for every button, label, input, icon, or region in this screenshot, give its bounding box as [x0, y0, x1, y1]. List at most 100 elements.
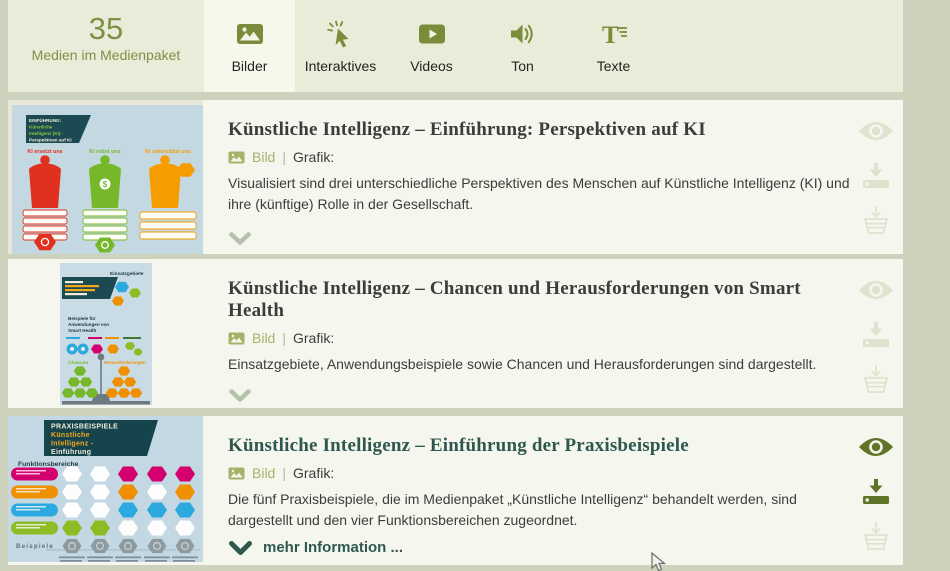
svg-text:$: $ [103, 180, 108, 189]
card-meta: Bild | Grafik: [228, 149, 856, 165]
media-package-page: 35 Medien im Medienpaket Bilder [0, 0, 950, 571]
download-icon [863, 322, 889, 348]
svg-text:KI rettet uns: KI rettet uns [89, 149, 120, 155]
format-label: Grafik: [293, 149, 334, 165]
svg-text:Intelligenz (KI) -: Intelligenz (KI) - [29, 131, 64, 136]
preview-eye-button[interactable] [857, 120, 895, 142]
media-count-label: Medien im Medienpaket [8, 47, 204, 63]
add-to-basket-button[interactable] [857, 205, 895, 235]
media-type-label: Bild [252, 465, 275, 481]
card-title: Künstliche Intelligenz – Einführung: Per… [228, 119, 856, 141]
download-button[interactable] [857, 322, 895, 348]
preview-eye-button[interactable] [857, 279, 895, 301]
card-meta: Bild | Grafik: [228, 330, 856, 346]
svg-text:Künstliche: Künstliche [29, 125, 53, 130]
svg-text:Beispiele: Beispiele [16, 543, 54, 550]
chevron-down-icon [229, 389, 251, 402]
svg-text:Anwendungen von: Anwendungen von [68, 322, 109, 327]
tab-label: Bilder [232, 58, 268, 74]
speaker-icon [509, 20, 537, 48]
svg-text:Künstliche: Künstliche [51, 432, 90, 439]
text-icon: T [600, 20, 628, 48]
card-content: Künstliche Intelligenz – Einführung: Per… [228, 119, 856, 215]
svg-text:KI unterstützt uns: KI unterstützt uns [145, 149, 191, 155]
infographic-thumbnail-perspektiven: EINFÜHRUNG: Künstliche Intelligenz (KI) … [8, 100, 203, 254]
video-play-icon [418, 20, 446, 48]
mouse-cursor [651, 552, 667, 571]
download-button[interactable] [857, 479, 895, 505]
card-title: Künstliche Intelligenz – Chancen und Her… [228, 278, 856, 322]
download-button[interactable] [857, 163, 895, 189]
image-icon [236, 20, 264, 48]
tab-texte[interactable]: T Texte [568, 0, 659, 92]
tab-label: Videos [410, 58, 453, 74]
chevron-down-icon [229, 232, 251, 245]
chevron-down-icon [229, 541, 252, 555]
tab-bilder[interactable]: Bilder [204, 0, 295, 92]
media-card[interactable]: Einsatzgebiete Beispiele für Anwendungen… [8, 259, 903, 408]
eye-icon [858, 436, 894, 458]
card-meta: Bild | Grafik: [228, 465, 856, 481]
preview-eye-button[interactable] [857, 436, 895, 458]
meta-separator: | [282, 149, 286, 165]
media-card[interactable]: EINFÜHRUNG: Künstliche Intelligenz (KI) … [8, 100, 903, 254]
eye-icon [858, 120, 894, 142]
interactive-cursor-icon [327, 20, 355, 48]
tab-videos[interactable]: Videos [386, 0, 477, 92]
svg-text:Smart Health: Smart Health [68, 328, 97, 333]
expand-chevron-button[interactable] [229, 389, 251, 402]
svg-text:Chancen: Chancen [68, 360, 88, 366]
svg-text:PRAXISBEISPIELE: PRAXISBEISPIELE [51, 424, 118, 431]
svg-text:Intelligenz -: Intelligenz - [51, 441, 94, 448]
meta-separator: | [282, 465, 286, 481]
format-label: Grafik: [293, 330, 334, 346]
infographic-thumbnail-praxisbeispiele: PRAXISBEISPIELE Künstliche Intelligenz -… [8, 416, 203, 562]
svg-text:EINFÜHRUNG:: EINFÜHRUNG: [29, 117, 62, 123]
download-icon [863, 163, 889, 189]
image-type-icon [228, 151, 245, 164]
eye-icon [858, 279, 894, 301]
media-thumbnail[interactable]: Einsatzgebiete Beispiele für Anwendungen… [60, 263, 152, 405]
media-count-number: 35 [8, 12, 204, 46]
infographic-thumbnail-smart-health: Einsatzgebiete Beispiele für Anwendungen… [60, 263, 152, 405]
svg-text:T: T [602, 22, 619, 48]
card-actions [857, 416, 895, 565]
image-type-icon [228, 332, 245, 345]
more-information-link[interactable]: mehr Information ... [229, 539, 403, 556]
media-thumbnail[interactable]: PRAXISBEISPIELE Künstliche Intelligenz -… [8, 416, 203, 562]
media-type-label: Bild [252, 149, 275, 165]
media-thumbnail[interactable]: EINFÜHRUNG: Künstliche Intelligenz (KI) … [8, 100, 203, 254]
svg-text:Einsatzgebiete: Einsatzgebiete [110, 271, 144, 277]
add-to-basket-button[interactable] [857, 364, 895, 394]
tab-label: Ton [511, 58, 534, 74]
add-to-basket-button[interactable] [857, 521, 895, 551]
card-actions [857, 259, 895, 408]
meta-separator: | [282, 330, 286, 346]
basket-icon [861, 205, 891, 235]
card-actions [857, 100, 895, 254]
card-content: Künstliche Intelligenz – Einführung der … [228, 435, 856, 531]
card-description: Die fünf Praxisbeispiele, die im Medienp… [228, 489, 856, 531]
card-title: Künstliche Intelligenz – Einführung der … [228, 435, 856, 457]
tab-ton[interactable]: Ton [477, 0, 568, 92]
media-card[interactable]: PRAXISBEISPIELE Künstliche Intelligenz -… [8, 416, 903, 565]
media-count: 35 Medien im Medienpaket [8, 0, 204, 92]
image-type-icon [228, 467, 245, 480]
basket-icon [861, 364, 891, 394]
more-information-label: mehr Information ... [263, 539, 403, 556]
card-description: Visualisiert sind drei unterschiedliche … [228, 173, 856, 215]
media-type-tabs: Bilder Interaktives Vi [204, 0, 659, 92]
svg-text:Einführung: Einführung [51, 449, 91, 456]
format-label: Grafik: [293, 465, 334, 481]
expand-chevron-button[interactable] [229, 232, 251, 245]
card-description: Einsatzgebiete, Anwendungsbeispiele sowi… [228, 354, 856, 375]
tab-label: Interaktives [305, 58, 377, 74]
basket-icon [861, 521, 891, 551]
media-package-header: 35 Medien im Medienpaket Bilder [8, 0, 903, 92]
media-type-label: Bild [252, 330, 275, 346]
card-content: Künstliche Intelligenz – Chancen und Her… [228, 278, 856, 375]
tab-label: Texte [597, 58, 630, 74]
svg-text:Perspektiven auf KI: Perspektiven auf KI [29, 138, 72, 143]
tab-interaktives[interactable]: Interaktives [295, 0, 386, 92]
download-icon [863, 479, 889, 505]
